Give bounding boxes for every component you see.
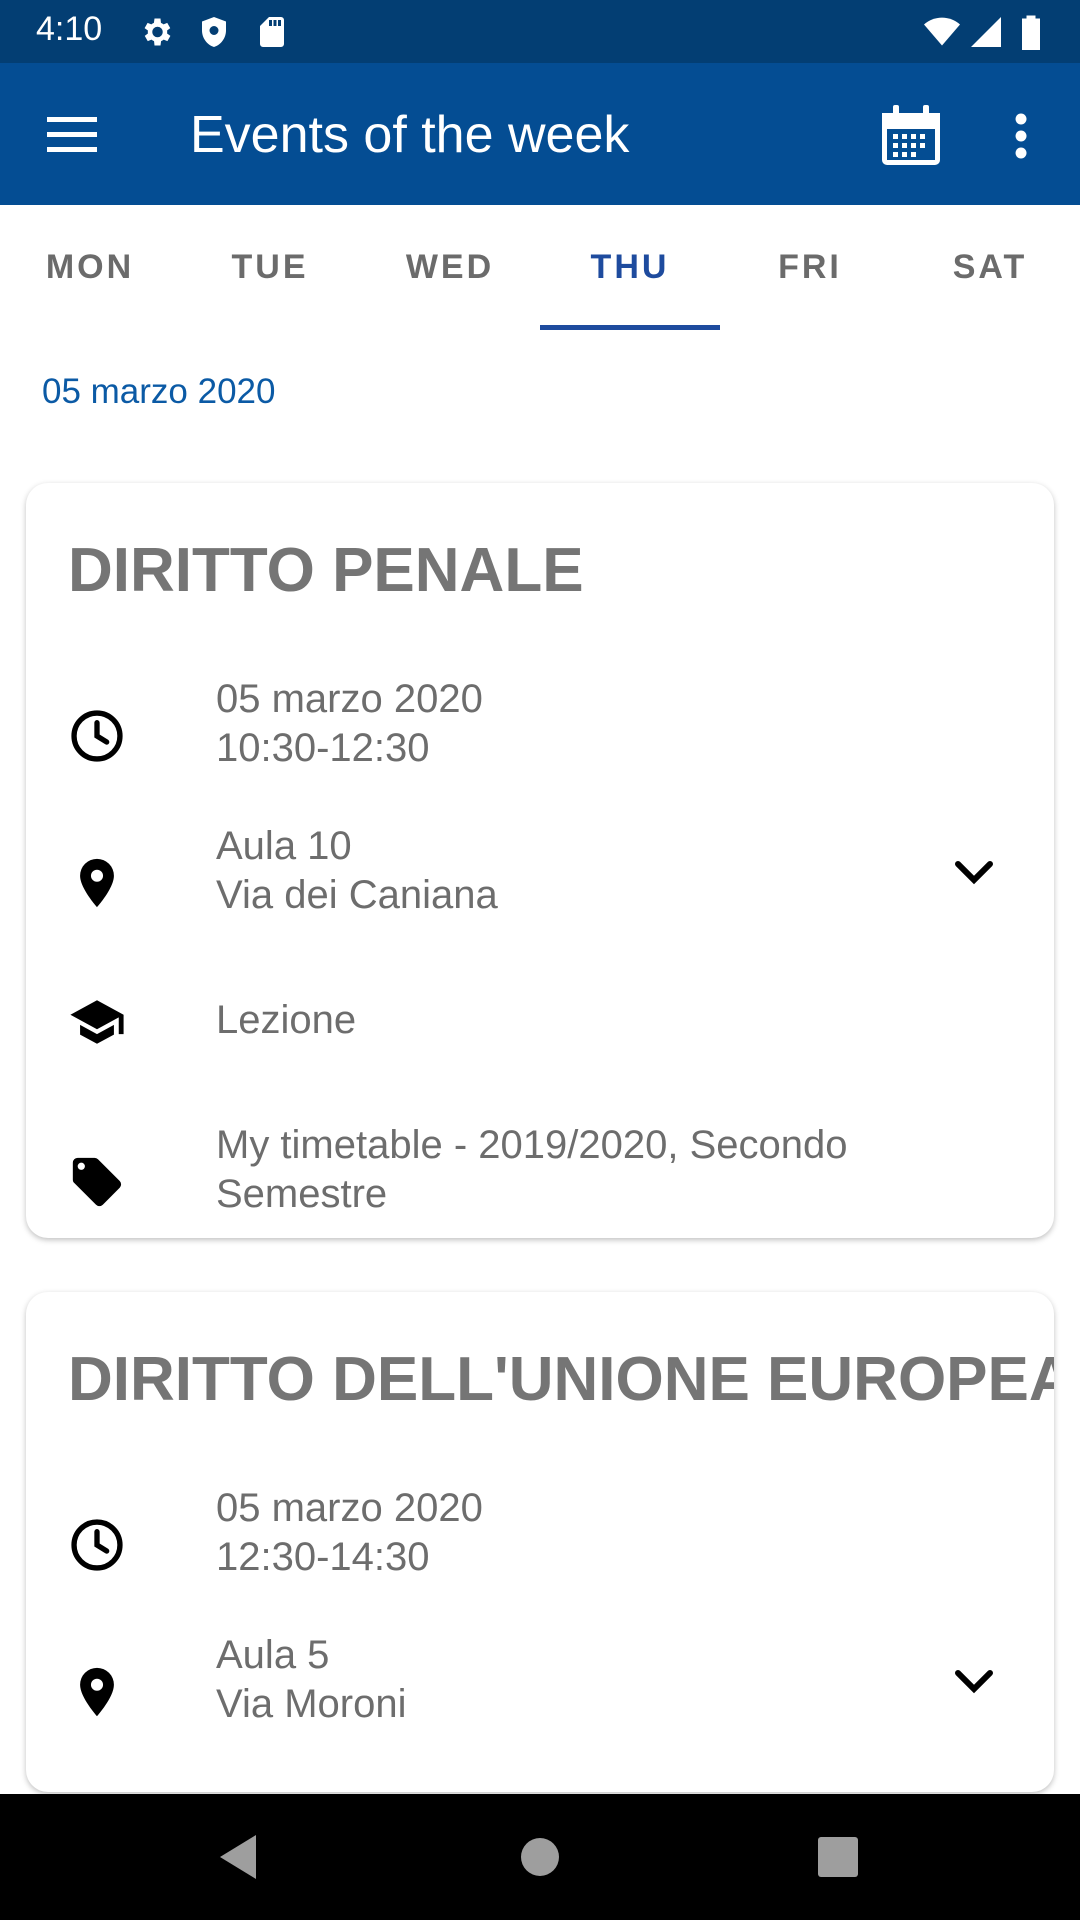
tab-tue[interactable]: TUE [180, 205, 360, 330]
recents-icon [817, 1836, 859, 1878]
more-vert-icon [1014, 113, 1028, 159]
more-options-button[interactable] [996, 101, 1046, 171]
event-card[interactable]: DIRITTO PENALE 05 marzo 2020 10:30-12:30… [26, 483, 1054, 1238]
tab-fri[interactable]: FRI [720, 205, 900, 330]
chevron-down-icon[interactable] [946, 1653, 1002, 1709]
location-pin-icon [68, 854, 126, 912]
status-bar: 4:10 [0, 0, 1080, 63]
event-title: DIRITTO DELL'UNIONE EUROPEA [68, 1345, 1054, 1414]
calendar-button[interactable] [876, 101, 946, 171]
page-title: Events of the week [190, 106, 630, 164]
status-time: 4:10 [36, 10, 103, 48]
clock-icon [68, 1516, 126, 1574]
event-tag-line1: My timetable - 2019/2020, Secondo [216, 1123, 848, 1167]
tab-sat[interactable]: SAT [900, 205, 1080, 330]
back-icon [216, 1833, 260, 1881]
active-tab-indicator [540, 325, 720, 330]
event-date: 05 marzo 2020 [216, 677, 483, 721]
event-type: Lezione [216, 998, 357, 1042]
event-date-time: 05 marzo 2020 12:30-14:30 [216, 1484, 956, 1582]
event-tag: My timetable - 2019/2020, Secondo Semest… [216, 1121, 956, 1219]
graduation-cap-icon [68, 993, 126, 1051]
event-room: Aula 5 [216, 1633, 330, 1677]
back-button[interactable] [208, 1827, 268, 1887]
event-time: 12:30-14:30 [216, 1535, 430, 1579]
event-address: Via dei Caniana [216, 873, 498, 917]
home-icon [520, 1837, 560, 1877]
system-nav-bar [0, 1794, 1080, 1920]
chevron-down-icon[interactable] [946, 844, 1002, 900]
battery-icon [1016, 14, 1046, 50]
tab-mon[interactable]: MON [0, 205, 180, 330]
event-address: Via Moroni [216, 1682, 407, 1726]
event-date-time: 05 marzo 2020 10:30-12:30 [216, 675, 956, 773]
event-title: DIRITTO PENALE [68, 536, 584, 605]
date-heading: 05 marzo 2020 [42, 372, 276, 411]
menu-icon [47, 117, 97, 153]
signal-icon [968, 14, 1004, 50]
sd-card-icon [254, 14, 290, 50]
gear-icon [138, 14, 174, 50]
event-time: 10:30-12:30 [216, 726, 430, 770]
event-room: Aula 10 [216, 824, 352, 868]
wifi-icon [920, 14, 964, 50]
calendar-icon [876, 101, 946, 171]
shield-icon [196, 14, 232, 50]
event-card[interactable]: DIRITTO DELL'UNIONE EUROPEA 05 marzo 202… [26, 1292, 1054, 1792]
app-bar: Events of the week [0, 63, 1080, 205]
clock-icon [68, 707, 126, 765]
event-location: Aula 10 Via dei Caniana [216, 822, 956, 920]
menu-button[interactable] [40, 103, 104, 167]
recents-button[interactable] [808, 1827, 868, 1887]
tab-thu[interactable]: THU [540, 205, 720, 330]
location-pin-icon [68, 1663, 126, 1721]
tab-wed[interactable]: WED [360, 205, 540, 330]
event-location: Aula 5 Via Moroni [216, 1631, 956, 1729]
event-tag-line2: Semestre [216, 1172, 388, 1216]
tag-icon [68, 1153, 126, 1211]
day-tabs: MON TUE WED THU FRI SAT [0, 205, 1080, 330]
event-date: 05 marzo 2020 [216, 1486, 483, 1530]
home-button[interactable] [510, 1827, 570, 1887]
